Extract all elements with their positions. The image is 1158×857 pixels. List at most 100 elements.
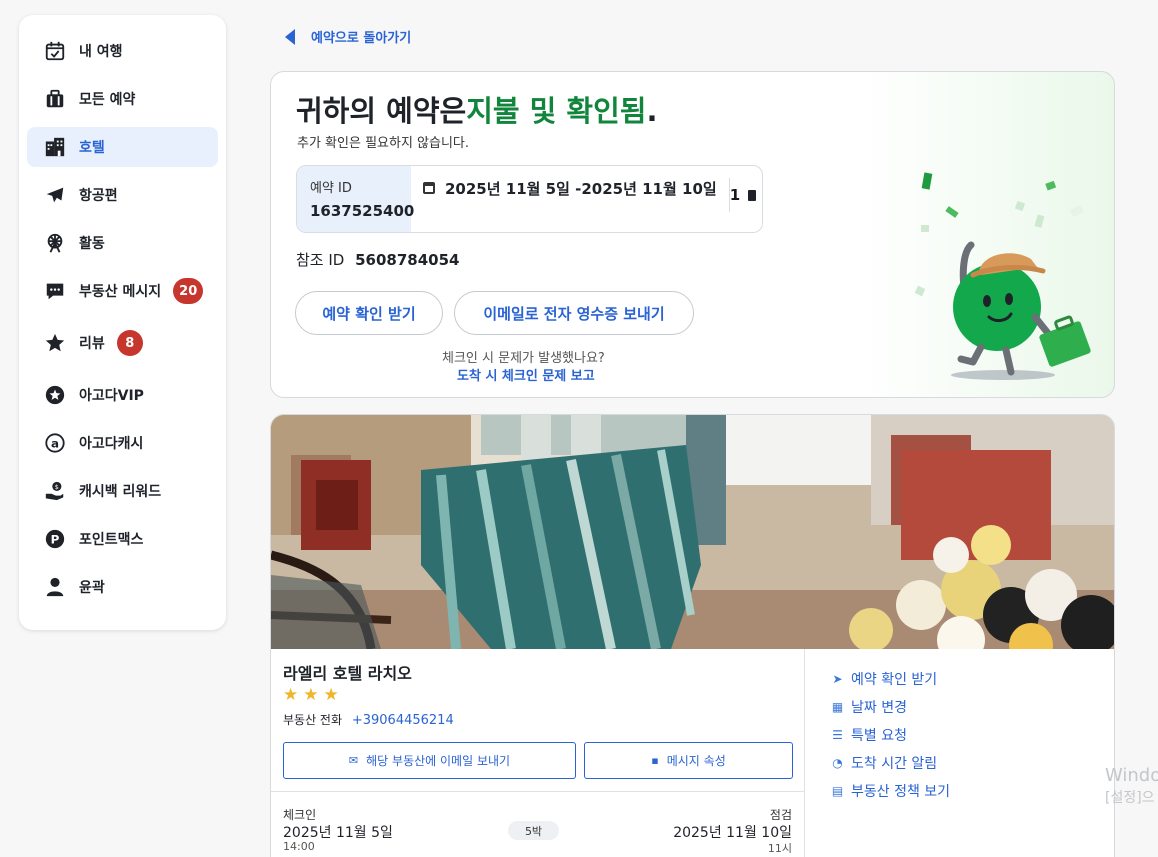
cashback-icon: $ xyxy=(43,479,67,503)
hotel-name: 라엘리 호텔 라치오 xyxy=(283,664,412,683)
checkin-label: 체크인 xyxy=(283,808,317,822)
divider xyxy=(271,791,805,792)
sidebar-item-hotels[interactable]: 호텔 xyxy=(27,127,218,167)
hotel-card: 라엘리 호텔 라치오 ★ ★ ★ 부동산 전화 +39064456214 ✉ 해… xyxy=(270,414,1115,857)
property-phone-link[interactable]: +39064456214 xyxy=(352,713,454,728)
reviews-badge: 8 xyxy=(116,330,143,356)
title-prefix: 귀하의 예약은 xyxy=(296,94,467,128)
email-property-label: 해당 부동산에 이메일 보내기 xyxy=(366,754,511,768)
hotel-details: 라엘리 호텔 라치오 ★ ★ ★ 부동산 전화 +39064456214 ✉ 해… xyxy=(271,649,805,857)
sidebar-item-cashback[interactable]: $ 캐시백 리워드 xyxy=(27,471,218,511)
message-property-button[interactable]: ▪ 메시지 속성 xyxy=(584,742,793,779)
sidebar-item-label: 내 여행 xyxy=(79,44,123,60)
room-count-value: 1 xyxy=(729,186,741,204)
svg-text:$: $ xyxy=(55,483,59,491)
checkout-time: 11시 xyxy=(767,842,792,855)
booking-info-box: 예약 ID 1637525400 2025년 11월 5일 -2025년 11월… xyxy=(296,165,763,233)
star-icon: ★ xyxy=(283,685,299,705)
watermark-line2: [설정]으 xyxy=(1105,790,1155,806)
nights-badge: 5박 xyxy=(508,821,559,840)
sidebar-item-pointsmax[interactable]: P 포인트맥스 xyxy=(27,519,218,559)
stay-dates-value: 2025년 11월 5일 -2025년 11월 10일 xyxy=(445,180,717,198)
action-label: 특별 요청 xyxy=(851,728,907,744)
sidebar-item-label: 윤곽 xyxy=(79,580,105,596)
sidebar-item-label: 아고다VIP xyxy=(79,388,144,404)
agoda-cash-icon: a xyxy=(43,431,67,455)
sidebar-item-label: 모든 예약 xyxy=(79,92,136,108)
sidebar-item-label: 항공편 xyxy=(79,188,118,204)
message-property-label: 메시지 속성 xyxy=(666,754,726,768)
send-icon: ➤ xyxy=(832,672,843,686)
sidebar-item-label: 호텔 xyxy=(79,140,105,156)
sidebar-item-label: 캐시백 리워드 xyxy=(79,484,162,500)
sidebar-item-label: 아고다캐시 xyxy=(79,436,144,452)
svg-text:a: a xyxy=(51,437,59,451)
room-count: 1 xyxy=(728,178,762,212)
star-icon: ★ xyxy=(303,685,319,705)
action-label: 도착 시간 알림 xyxy=(851,756,938,772)
policy-icon: ▤ xyxy=(831,784,844,798)
sidebar-item-activities[interactable]: 활동 xyxy=(27,223,218,263)
hotel-room-photo xyxy=(271,415,1114,649)
action-change-dates[interactable]: ▦ 날짜 변경 xyxy=(831,693,950,721)
action-label: 날짜 변경 xyxy=(851,700,907,716)
sidebar-item-label: 포인트맥스 xyxy=(79,532,144,548)
sidebar-item-profile[interactable]: 윤곽 xyxy=(27,567,218,607)
back-link-label: 예약으로 돌아가기 xyxy=(311,31,412,46)
sidebar-item-reviews[interactable]: 리뷰 8 xyxy=(27,319,218,367)
booking-id-value: 1637525400 xyxy=(310,202,415,220)
report-checkin-problem-link[interactable]: 도착 시 체크인 문제 보고 xyxy=(457,365,595,384)
buildings-icon xyxy=(43,135,67,159)
checkin-time: 14:00 xyxy=(283,840,315,853)
hotel-star-rating: ★ ★ ★ xyxy=(283,685,339,705)
envelope-icon: ✉ xyxy=(348,754,359,767)
action-get-confirmation[interactable]: ➤ 예약 확인 받기 xyxy=(831,665,950,693)
chat-bubble-icon xyxy=(43,279,67,303)
action-label: 예약 확인 받기 xyxy=(851,672,938,688)
checkout-label: 점검 xyxy=(769,808,792,822)
checkin-problem-question: 체크인 시 문제가 발생했나요? xyxy=(442,351,605,366)
reference-id: 참조 ID 5608784054 xyxy=(296,249,460,270)
title-suffix: . xyxy=(646,94,658,128)
calendar-icon: ▦ xyxy=(831,700,844,714)
unread-messages-badge: 20 xyxy=(173,278,204,304)
checklist-icon: ☰ xyxy=(832,728,843,742)
booking-id-label: 예약 ID xyxy=(310,181,352,196)
sidebar-item-agoda-cash[interactable]: a 아고다캐시 xyxy=(27,423,218,463)
sidebar-item-all-bookings[interactable]: 모든 예약 xyxy=(27,79,218,119)
pointsmax-icon: P xyxy=(43,527,67,551)
sidebar-item-my-trips[interactable]: 내 여행 xyxy=(27,31,218,71)
action-label: 부동산 정책 보기 xyxy=(851,784,951,800)
checkout-date: 2025년 11월 10일 xyxy=(673,825,792,841)
property-phone: 부동산 전화 +39064456214 xyxy=(283,711,454,728)
watermark-line1: Windo xyxy=(1105,765,1158,786)
calendar-check-icon xyxy=(43,39,67,63)
action-arrival-time[interactable]: ◔ 도착 시간 알림 xyxy=(831,749,950,777)
sidebar: 내 여행 모든 예약 호텔 항공편 활동 부동산 메시지 20 리뷰 8 아고다… xyxy=(19,15,226,630)
back-arrow-icon xyxy=(285,28,295,45)
title-status: 지불 및 확인됨 xyxy=(466,94,647,128)
sidebar-item-property-messages[interactable]: 부동산 메시지 20 xyxy=(27,271,218,311)
action-property-policy[interactable]: ▤ 부동산 정책 보기 xyxy=(831,777,950,805)
clock-icon: ◔ xyxy=(832,756,843,770)
action-special-request[interactable]: ☰ 특별 요청 xyxy=(831,721,950,749)
door-icon xyxy=(748,189,757,201)
sidebar-item-label: 활동 xyxy=(79,236,105,252)
chat-icon: ▪ xyxy=(651,754,659,767)
vip-star-icon xyxy=(43,383,67,407)
star-icon xyxy=(43,331,67,355)
get-confirmation-button[interactable]: 예약 확인 받기 xyxy=(295,291,443,335)
star-icon: ★ xyxy=(323,685,339,705)
sidebar-item-label: 부동산 메시지 xyxy=(79,284,162,300)
email-receipt-button[interactable]: 이메일로 전자 영수증 보내기 xyxy=(454,291,694,335)
email-property-button[interactable]: ✉ 해당 부동산에 이메일 보내기 xyxy=(283,742,576,779)
briefcase-icon xyxy=(43,87,67,111)
checkin-date: 2025년 11월 5일 xyxy=(283,825,393,841)
svg-text:P: P xyxy=(51,533,60,547)
sidebar-item-flights[interactable]: 항공편 xyxy=(27,175,218,215)
property-phone-label: 부동산 전화 xyxy=(283,713,343,727)
stay-dates: 2025년 11월 5일 -2025년 11월 10일 xyxy=(411,166,729,232)
sidebar-item-agoda-vip[interactable]: 아고다VIP xyxy=(27,375,218,415)
confirmation-title: 귀하의 예약은지불 및 확인됨. xyxy=(296,88,658,130)
back-to-bookings-link[interactable]: 예약으로 돌아가기 xyxy=(285,27,411,46)
